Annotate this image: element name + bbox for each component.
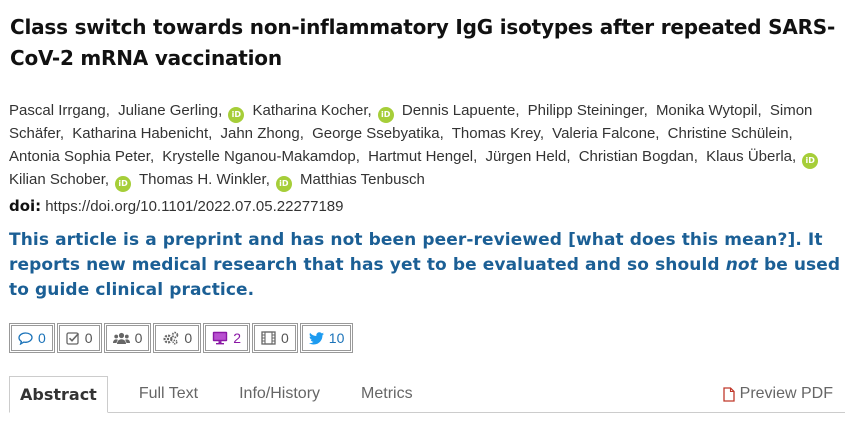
author-name[interactable]: Christian Bogdan	[579, 148, 694, 165]
author-name[interactable]: Pascal Irrgang	[9, 102, 106, 119]
author-separator: ,	[439, 125, 444, 142]
author-separator: ,	[788, 125, 793, 142]
preview-pdf-link[interactable]: Preview PDF	[713, 376, 833, 412]
peer-review-count: 0	[84, 330, 93, 346]
media-metric[interactable]: 2	[203, 323, 250, 353]
author-name[interactable]: Katharina Habenicht	[72, 125, 208, 142]
author-separator: ,	[566, 147, 571, 165]
media-count: 2	[233, 330, 241, 346]
author-name[interactable]: Monika Wytopil	[656, 102, 758, 119]
author-name[interactable]: Philipp Steininger	[528, 102, 644, 119]
orcid-icon[interactable]: iD	[275, 175, 292, 192]
tab-metrics[interactable]: Metrics	[351, 376, 423, 412]
pdf-file-icon	[722, 386, 735, 402]
twitter-count: 10	[328, 330, 345, 346]
tab-abstract[interactable]: Abstract	[9, 376, 108, 413]
article-title: Class switch towards non-inflammatory Ig…	[10, 15, 836, 70]
author-name[interactable]: George Ssebyatika	[312, 125, 440, 142]
author-name[interactable]: Valeria Falcone	[552, 125, 655, 142]
author-name[interactable]: Krystelle Nganou-Makamdop	[162, 148, 355, 165]
author-separator: ,	[757, 102, 762, 119]
check-square-icon	[66, 331, 80, 345]
author-separator: ,	[105, 102, 110, 119]
author-name[interactable]: Kilian Schober	[9, 171, 105, 188]
community-metric[interactable]: 0	[103, 323, 152, 353]
author-separator: ,	[792, 147, 797, 165]
author-separator: ,	[104, 170, 110, 188]
automated-count: 0	[184, 330, 193, 346]
film-icon	[261, 331, 276, 345]
orcid-icon[interactable]: iD	[802, 152, 819, 169]
tab-full-text[interactable]: Full Text	[129, 376, 208, 412]
notice-emphasis: not	[725, 255, 758, 275]
comments-count: 0	[38, 330, 46, 346]
author-separator: ,	[355, 147, 360, 165]
author-separator: ,	[655, 125, 660, 142]
twitter-metric[interactable]: 10	[299, 323, 354, 353]
author-separator: ,	[299, 125, 304, 142]
author-name[interactable]: Hartmut Hengel	[368, 148, 473, 165]
community-count: 0	[134, 330, 143, 346]
author-name[interactable]: Thomas Krey	[452, 125, 540, 142]
author-separator: ,	[643, 102, 648, 119]
author-name[interactable]: Dennis Lapuente	[402, 102, 515, 119]
video-metric[interactable]: 0	[251, 323, 298, 353]
author-separator: ,	[367, 102, 372, 119]
notice-text-1: This article is a preprint and has not b…	[9, 230, 569, 250]
doi-link[interactable]: https://doi.org/10.1101/2022.07.05.22277…	[45, 198, 343, 215]
author-name[interactable]: Matthias Tenbusch	[300, 171, 425, 188]
author-separator: ,	[693, 147, 698, 165]
author-separator: ,	[218, 102, 223, 119]
monitor-icon	[212, 331, 228, 345]
automated-metric[interactable]: 0	[153, 323, 202, 353]
orcid-icon[interactable]: iD	[228, 107, 245, 123]
comment-icon	[18, 331, 33, 345]
twitter-icon	[308, 331, 324, 345]
author-name[interactable]: Katharina Kocher	[252, 102, 367, 119]
preprint-notice: This article is a preprint and has not b…	[9, 228, 849, 303]
doi-label: doi:	[9, 197, 42, 215]
author-name[interactable]: Jahn Zhong	[221, 125, 300, 142]
users-icon	[112, 332, 130, 345]
author-name[interactable]: Juliane Gerling	[118, 102, 218, 119]
author-separator: ,	[59, 125, 65, 142]
comments-metric[interactable]: 0	[9, 323, 55, 353]
article-tabs: Abstract Full Text Info/History Metrics …	[9, 376, 845, 413]
author-name[interactable]: Thomas H. Winkler	[139, 171, 266, 188]
orcid-icon[interactable]: iD	[115, 175, 132, 192]
author-list: Pascal Irrgang, Juliane Gerling, iD Katha…	[9, 100, 844, 192]
author-separator: ,	[265, 170, 270, 188]
video-count: 0	[280, 330, 289, 346]
author-name[interactable]: Antonia Sophia Peter	[9, 148, 150, 165]
author-separator: ,	[149, 147, 155, 165]
doi-line: doi: https://doi.org/10.1101/2022.07.05.2…	[9, 197, 344, 215]
author-separator: ,	[539, 125, 544, 142]
author-separator: ,	[473, 147, 478, 165]
preview-pdf-label: Preview PDF	[739, 385, 833, 402]
metrics-bar: 0 0 0 0 2 0 10	[9, 323, 355, 353]
tab-info-history[interactable]: Info/History	[229, 376, 330, 412]
author-name[interactable]: Klaus Überla	[706, 148, 792, 165]
what-does-this-mean-link[interactable]: [what does this mean?]	[568, 230, 795, 250]
author-separator: ,	[515, 102, 520, 119]
author-separator: ,	[208, 125, 213, 142]
orcid-icon[interactable]: iD	[377, 107, 394, 123]
peer-review-metric[interactable]: 0	[56, 323, 102, 353]
author-name[interactable]: Christine Schülein	[668, 125, 789, 142]
author-name[interactable]: Jürgen Held	[485, 148, 566, 165]
gears-icon	[162, 331, 179, 345]
